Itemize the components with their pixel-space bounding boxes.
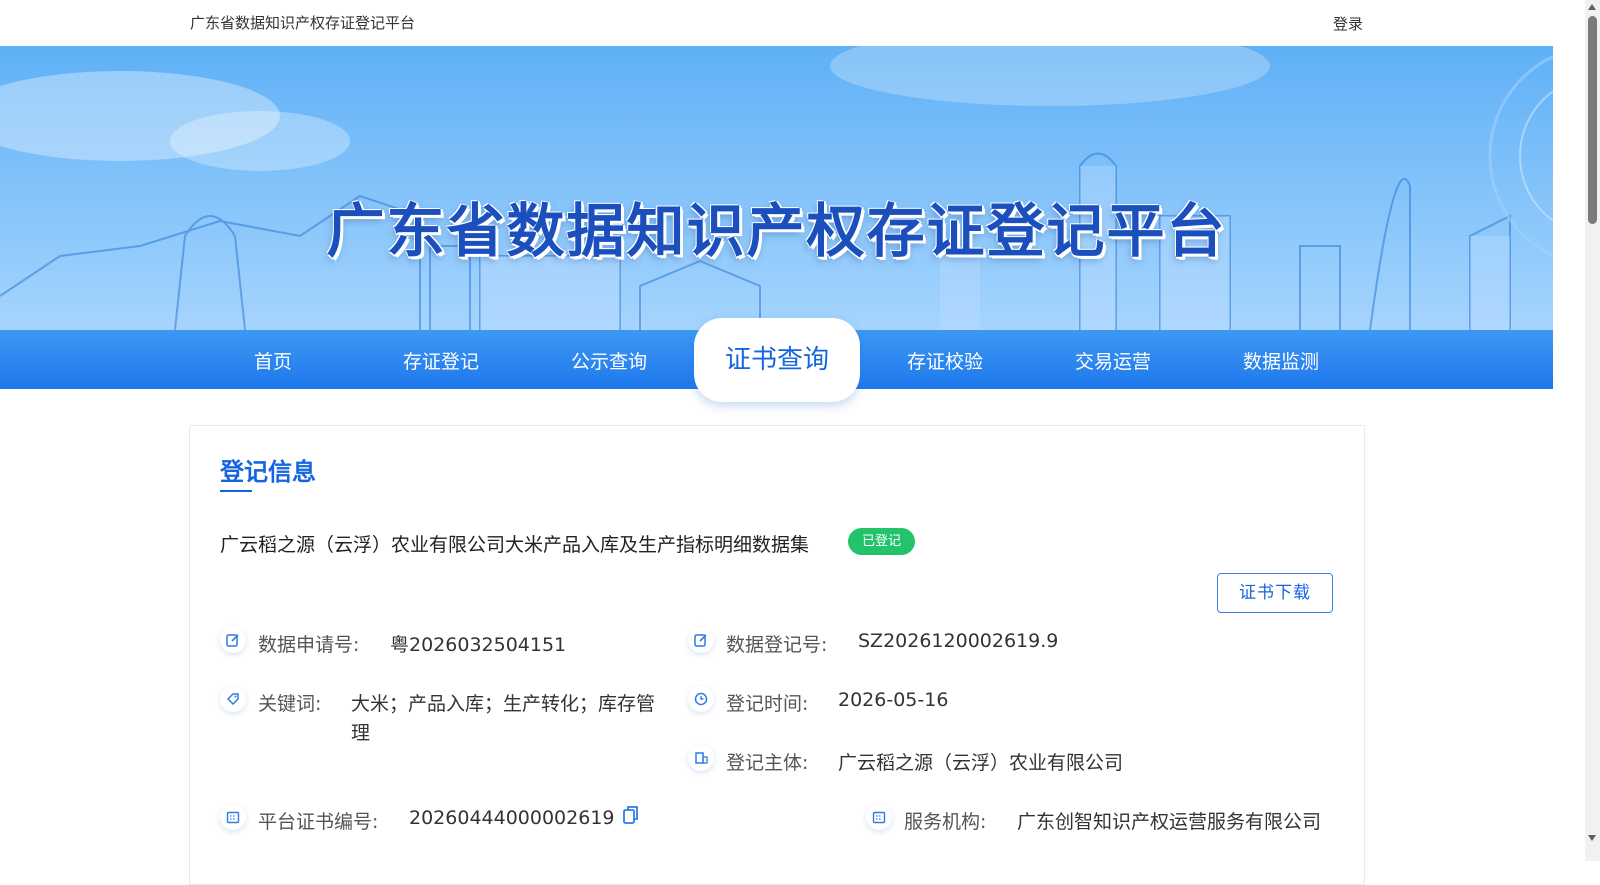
- field-keywords: 关键词: 大米；产品入库；生产转化；库存管 理: [220, 686, 680, 745]
- top-header: 广东省数据知识产权存证登记平台 登录: [0, 0, 1553, 46]
- field-application-no: 数据申请号: 粤2026032504151: [220, 627, 670, 656]
- registration-no-label: 数据登记号:: [726, 634, 828, 656]
- certificate-no-value: 20260444000002619: [409, 807, 615, 829]
- nav-item-monitoring[interactable]: 数据监测: [1197, 347, 1365, 374]
- tag-icon: [220, 686, 246, 712]
- registration-time-value: 2026-05-16: [838, 689, 949, 711]
- registration-info-card: 登记信息 广云稻之源（云浮）农业有限公司大米产品入库及生产指标明细数据集 已登记…: [189, 425, 1365, 885]
- field-registration-no: 数据登记号: SZ2026120002619.9: [688, 627, 1138, 656]
- keywords-value-line1: 大米；产品入库；生产转化；库存管: [351, 693, 656, 715]
- site-title: 广东省数据知识产权存证登记平台: [190, 14, 416, 32]
- service-org-label: 服务机构:: [904, 811, 987, 833]
- registration-subject-label: 登记主体:: [726, 752, 809, 774]
- calendar-icon: [220, 804, 246, 830]
- nav-item-home[interactable]: 首页: [189, 347, 357, 374]
- hero-banner: 广东省数据知识产权存证登记平台: [0, 46, 1553, 330]
- copy-icon[interactable]: [623, 805, 639, 830]
- section-underline: [220, 490, 252, 492]
- page-scrollbar[interactable]: [1585, 0, 1600, 861]
- edit-icon: [220, 627, 246, 653]
- building-icon: [688, 745, 714, 771]
- banner-title: 广东省数据知识产权存证登记平台: [326, 197, 1227, 265]
- nav-item-trading[interactable]: 交易运营: [1029, 347, 1197, 374]
- application-no-label: 数据申请号:: [258, 634, 360, 656]
- keywords-label: 关键词:: [258, 693, 322, 715]
- nav-item-certificate-query[interactable]: 证书查询: [694, 318, 860, 402]
- edit-icon: [688, 627, 714, 653]
- registration-no-value: SZ2026120002619.9: [858, 630, 1059, 652]
- field-registration-subject: 登记主体: 广云稻之源（云浮）农业有限公司: [688, 745, 1168, 774]
- field-service-org: 服务机构: 广东创智知识产权运营服务有限公司: [866, 804, 1346, 833]
- clock-icon: [688, 686, 714, 712]
- certificate-download-button[interactable]: 证书下载: [1217, 573, 1333, 613]
- nav-item-registration[interactable]: 存证登记: [357, 347, 525, 374]
- nav-item-certificate-query-wrapper: 证书查询: [694, 318, 860, 402]
- status-badge: 已登记: [848, 528, 916, 555]
- field-registration-time: 登记时间: 2026-05-16: [688, 686, 1138, 715]
- registration-subject-value: 广云稻之源（云浮）农业有限公司: [838, 752, 1124, 774]
- certificate-no-label: 平台证书编号:: [258, 811, 379, 833]
- scroll-up-arrow-icon[interactable]: [1588, 4, 1596, 10]
- service-org-value: 广东创智知识产权运营服务有限公司: [1017, 811, 1322, 833]
- application-no-value: 粤2026032504151: [390, 634, 567, 656]
- login-link[interactable]: 登录: [1333, 13, 1363, 34]
- scrollbar-thumb[interactable]: [1588, 16, 1597, 224]
- dataset-name: 广云稻之源（云浮）农业有限公司大米产品入库及生产指标明细数据集: [220, 534, 810, 556]
- section-title: 登记信息: [220, 458, 316, 486]
- registration-time-label: 登记时间:: [726, 693, 809, 715]
- field-certificate-no: 平台证书编号: 20260444000002619: [220, 804, 680, 833]
- keywords-value-line2: 理: [351, 722, 371, 744]
- nav-item-public-query[interactable]: 公示查询: [525, 347, 693, 374]
- scroll-down-arrow-icon[interactable]: [1588, 835, 1596, 841]
- nav-item-verification[interactable]: 存证校验: [861, 347, 1029, 374]
- calendar-icon: [866, 804, 892, 830]
